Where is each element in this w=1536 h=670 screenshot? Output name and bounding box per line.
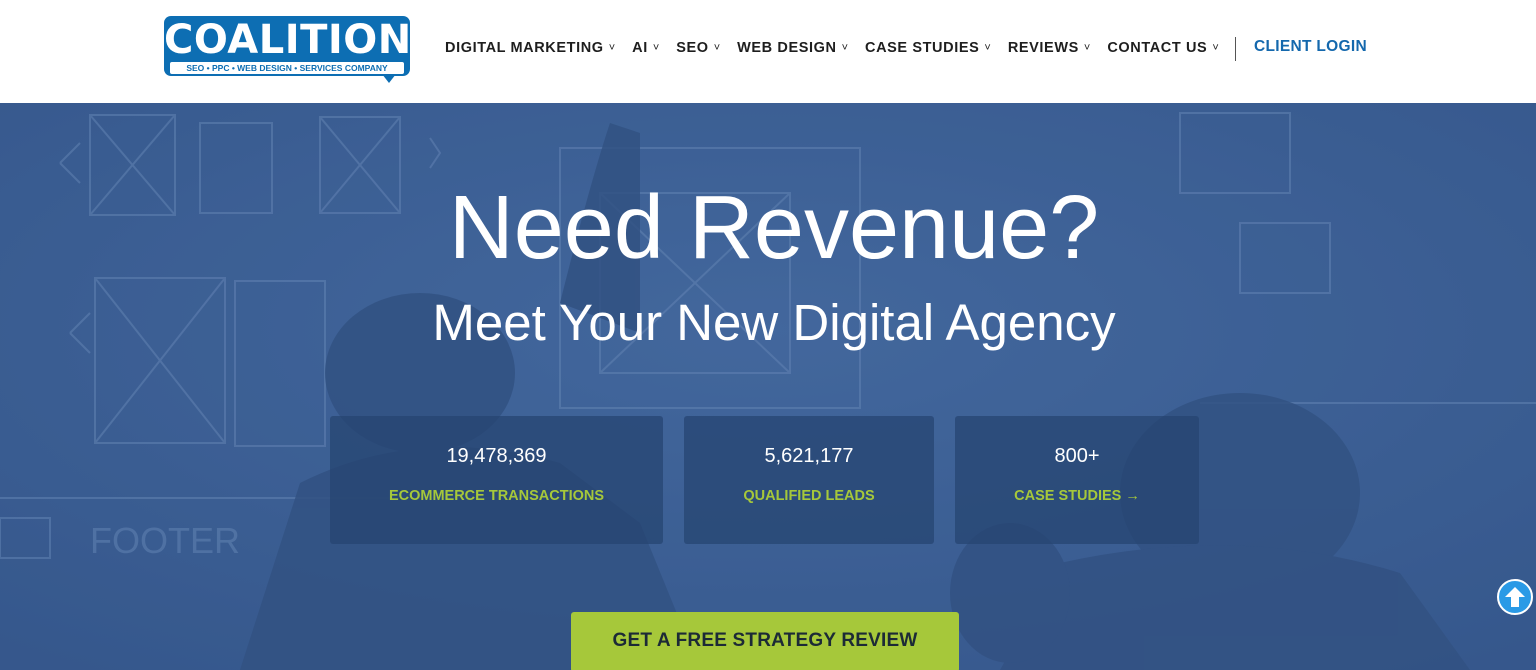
arrow-up-circle-icon [1505, 587, 1525, 607]
hero-section: FOOTER Need Revenue? Meet Your New Digit… [0, 103, 1536, 670]
nav-item-case-studies[interactable]: CASE STUDIES ˅ [865, 40, 991, 56]
stat-value: 5,621,177 [764, 445, 854, 467]
logo-wordmark: COALITION [164, 17, 412, 63]
stat-card-qualified-leads: 5,621,177 QUALIFIED LEADS [684, 416, 934, 544]
nav-label: CONTACT US [1107, 40, 1208, 56]
chevron-down-icon: ˅ [652, 41, 660, 54]
stat-value: 19,478,369 [446, 445, 547, 467]
stat-label: ECOMMERCE TRANSACTIONS [388, 488, 605, 504]
main-nav: DIGITAL MARKETING ˅ AI ˅ SEO ˅ WEB DESIG… [445, 38, 1236, 58]
logo-speech-tail [382, 74, 396, 83]
nav-label: SEO [676, 40, 709, 56]
cta-label: GET A FREE STRATEGY REVIEW [612, 630, 918, 651]
stat-label: QUALIFIED LEADS [743, 488, 875, 504]
stat-value: 800+ [1054, 445, 1100, 467]
nav-item-ai[interactable]: AI ˅ [632, 40, 659, 56]
nav-label: AI [632, 40, 648, 56]
nav-divider [1235, 37, 1236, 61]
nav-label: REVIEWS [1007, 40, 1079, 56]
hero-title: Need Revenue? [448, 178, 1100, 278]
nav-label: WEB DESIGN [737, 40, 837, 56]
nav-item-contact-us[interactable]: CONTACT US ˅ [1107, 40, 1218, 56]
nav-label: CASE STUDIES [865, 40, 980, 56]
chevron-down-icon: ˅ [713, 41, 721, 54]
client-login-link[interactable]: CLIENT LOGIN [1254, 38, 1367, 56]
stat-card-ecommerce-transactions: 19,478,369 ECOMMERCE TRANSACTIONS [330, 416, 663, 544]
chevron-down-icon: ˅ [608, 41, 616, 54]
scroll-to-top-button[interactable] [1497, 579, 1533, 615]
nav-item-seo[interactable]: SEO ˅ [676, 40, 720, 56]
case-studies-link[interactable]: CASE STUDIES → [955, 487, 1199, 505]
hero-subtitle: Meet Your New Digital Agency [432, 294, 1116, 351]
logo-tagline: SEO • PPC • WEB DESIGN • SERVICES COMPAN… [186, 63, 388, 73]
coalition-logo[interactable]: COALITION SEO • PPC • WEB DESIGN • SERVI… [164, 16, 412, 83]
chevron-down-icon: ˅ [984, 41, 991, 54]
chevron-down-icon: ˅ [841, 41, 849, 54]
stat-card-case-studies[interactable]: 800+ CASE STUDIES → [955, 416, 1199, 544]
site-header: COALITION SEO • PPC • WEB DESIGN • SERVI… [0, 0, 1536, 103]
nav-item-reviews[interactable]: REVIEWS ˅ [1008, 40, 1091, 56]
chevron-down-icon: ˅ [1212, 41, 1219, 54]
nav-item-web-design[interactable]: WEB DESIGN ˅ [737, 40, 848, 56]
chevron-down-icon: ˅ [1083, 41, 1091, 54]
nav-item-digital-marketing[interactable]: DIGITAL MARKETING ˅ [445, 40, 615, 56]
free-strategy-review-button[interactable]: GET A FREE STRATEGY REVIEW [571, 612, 959, 670]
nav-label: DIGITAL MARKETING [445, 40, 604, 56]
